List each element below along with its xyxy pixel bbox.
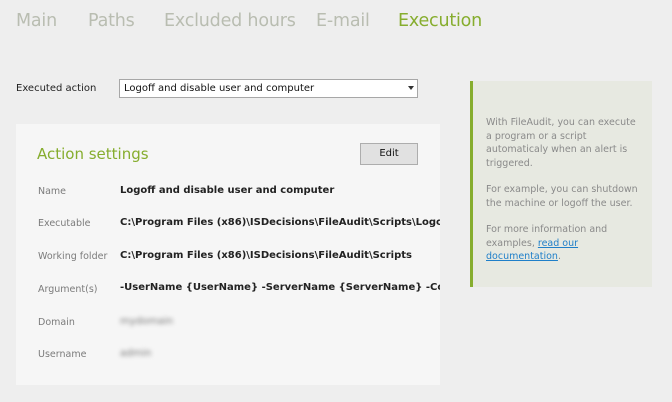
username-value: admin	[120, 348, 152, 359]
tab-main[interactable]: Main	[16, 11, 57, 31]
info-text-3-end: .	[557, 251, 561, 262]
chevron-down-icon	[408, 86, 414, 90]
executable-label: Executable	[38, 218, 91, 229]
info-text-3: For more information and examples, read …	[486, 223, 642, 264]
tab-bar: Main Paths Excluded hours E-mail Executi…	[0, 0, 672, 44]
name-label: Name	[38, 186, 67, 197]
domain-value: mydomain	[120, 316, 174, 327]
info-text-1: With FileAudit, you can execute a progra…	[486, 117, 636, 169]
executed-action-value: Logoff and disable user and computer	[124, 83, 315, 94]
info-panel: With FileAudit, you can execute a progra…	[470, 81, 652, 287]
edit-button[interactable]: Edit	[360, 143, 418, 165]
arguments-value: -UserName {UserName} -ServerName {Server…	[120, 282, 440, 293]
name-value: Logoff and disable user and computer	[120, 185, 335, 196]
tab-paths[interactable]: Paths	[88, 11, 135, 31]
domain-label: Domain	[38, 317, 75, 328]
tab-excluded-hours[interactable]: Excluded hours	[164, 11, 296, 31]
working-folder-value: C:\Program Files (x86)\ISDecisions\FileA…	[120, 250, 412, 261]
username-label: Username	[38, 349, 87, 360]
working-folder-label: Working folder	[38, 251, 108, 262]
info-text-2: For example, you can shutdown the machin…	[486, 184, 638, 209]
executed-action-select[interactable]: Logoff and disable user and computer	[119, 79, 418, 98]
executable-value: C:\Program Files (x86)\ISDecisions\FileA…	[120, 217, 440, 228]
tab-email[interactable]: E-mail	[316, 11, 370, 31]
arguments-label: Argument(s)	[38, 284, 98, 295]
action-settings-panel: Action settings Edit Name Logoff and dis…	[16, 124, 440, 385]
tab-execution[interactable]: Execution	[398, 11, 482, 31]
action-settings-title: Action settings	[37, 145, 149, 163]
executed-action-label: Executed action	[16, 83, 97, 94]
